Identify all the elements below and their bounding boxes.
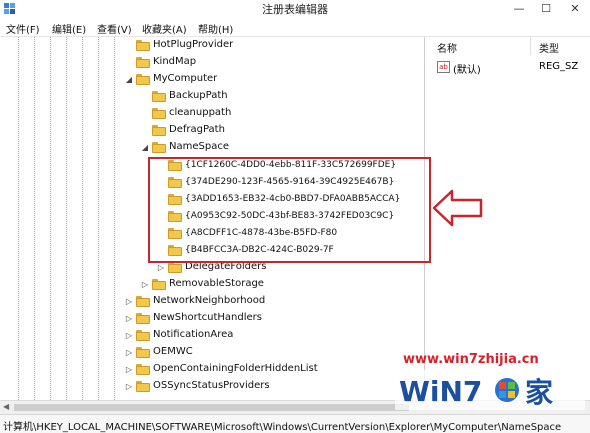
tree-guide-line <box>82 37 83 400</box>
expand-icon[interactable]: ▷ <box>124 381 134 392</box>
tree-guide-line <box>66 37 67 400</box>
tree-guide-line <box>34 37 35 400</box>
menu-favorites[interactable]: 收藏夹(A) <box>142 21 187 36</box>
tree-expander[interactable] <box>140 91 150 102</box>
column-header-name[interactable]: 名称 <box>437 40 457 55</box>
window-title: 注册表编辑器 <box>262 3 328 16</box>
tree-node-label: HotPlugProvider <box>153 39 234 50</box>
folder-icon <box>136 347 150 358</box>
value-type: REG_SZ <box>539 61 579 72</box>
tree-node-label: NewShortcutHandlers <box>153 312 262 323</box>
menu-view[interactable]: 查看(V) <box>97 21 132 36</box>
expand-icon[interactable]: ▷ <box>140 279 150 290</box>
tree-node-label: OpenContainingFolderHiddenList <box>153 363 318 374</box>
tree-node-label: KindMap <box>153 56 197 67</box>
highlight-rectangle <box>148 157 431 263</box>
expand-icon[interactable]: ▷ <box>156 262 166 273</box>
expand-icon[interactable]: ▷ <box>124 313 134 324</box>
tree-node-label: NotificationArea <box>153 329 234 340</box>
watermark: www.win7zhijia.cn WiN7 家 <box>395 352 590 412</box>
tree-guide-line <box>114 37 115 400</box>
tree-node-label: NameSpace <box>169 141 229 152</box>
folder-icon <box>136 313 150 324</box>
svg-text:家: 家 <box>525 376 553 409</box>
tree-expander[interactable] <box>124 57 134 68</box>
tree-node-label: OSSyncStatusProviders <box>153 380 270 391</box>
folder-icon <box>136 364 150 375</box>
folder-icon <box>136 40 150 51</box>
folder-icon <box>152 125 166 136</box>
minimize-button[interactable]: — <box>506 0 532 18</box>
folder-icon <box>136 381 150 392</box>
menu-file[interactable]: 文件(F) <box>6 21 40 36</box>
column-header-type[interactable]: 类型 <box>539 40 559 55</box>
status-bar: 计算机\HKEY_LOCAL_MACHINE\SOFTWARE\Microsof… <box>0 414 590 433</box>
svg-text:WiN7: WiN7 <box>399 375 482 408</box>
collapse-icon[interactable]: ◢ <box>140 142 150 153</box>
folder-icon <box>168 262 182 273</box>
column-separator[interactable] <box>530 37 531 55</box>
registry-path: 计算机\HKEY_LOCAL_MACHINE\SOFTWARE\Microsof… <box>3 422 562 433</box>
tree-node-label: cleanuppath <box>169 107 232 118</box>
folder-icon <box>136 296 150 307</box>
menu-bar: 文件(F) 编辑(E) 查看(V) 收藏夹(A) 帮助(H) <box>0 18 590 37</box>
tree-expander[interactable] <box>124 40 134 51</box>
open-folder-icon <box>152 142 166 153</box>
folder-icon <box>152 108 166 119</box>
folder-icon <box>152 279 166 290</box>
tree-node-label: OEMWC <box>153 346 193 357</box>
expand-icon[interactable]: ▷ <box>124 330 134 341</box>
tree-node-label: MyComputer <box>153 73 218 84</box>
maximize-button[interactable]: ☐ <box>533 0 559 18</box>
tree-expander[interactable] <box>140 108 150 119</box>
watermark-url: www.win7zhijia.cn <box>403 352 539 367</box>
expand-icon[interactable]: ▷ <box>124 296 134 307</box>
folder-icon <box>136 57 150 68</box>
folder-icon <box>152 91 166 102</box>
string-value-icon: ab <box>437 61 450 73</box>
tree-expander[interactable] <box>140 125 150 136</box>
expand-icon[interactable]: ▷ <box>124 364 134 375</box>
open-folder-icon <box>136 74 150 85</box>
title-bar: 注册表编辑器 — ☐ ✕ <box>0 0 590 18</box>
collapse-icon[interactable]: ◢ <box>124 74 134 85</box>
scroll-left-icon[interactable]: ◀ <box>3 402 9 411</box>
menu-edit[interactable]: 编辑(E) <box>52 21 86 36</box>
tree-node-label: DefragPath <box>169 124 225 135</box>
win7-logo: WiN7 家 <box>395 370 585 410</box>
close-button[interactable]: ✕ <box>560 0 590 18</box>
tree-guide-line <box>50 37 51 400</box>
folder-icon <box>136 330 150 341</box>
value-name: (默认) <box>453 65 481 76</box>
tree-node-label: RemovableStorage <box>169 278 264 289</box>
tree-node-label: BackupPath <box>169 90 228 101</box>
tree-guide-line <box>98 37 99 400</box>
expand-icon[interactable]: ▷ <box>124 347 134 358</box>
menu-help[interactable]: 帮助(H) <box>198 21 233 36</box>
tree-guide-line <box>18 37 19 400</box>
value-row[interactable]: ab (默认) REG_SZ <box>425 60 590 76</box>
values-list[interactable]: 名称 类型 ab (默认) REG_SZ <box>425 37 590 400</box>
tree-node-label: NetworkNeighborhood <box>153 295 266 306</box>
scrollbar-thumb[interactable] <box>14 404 409 411</box>
